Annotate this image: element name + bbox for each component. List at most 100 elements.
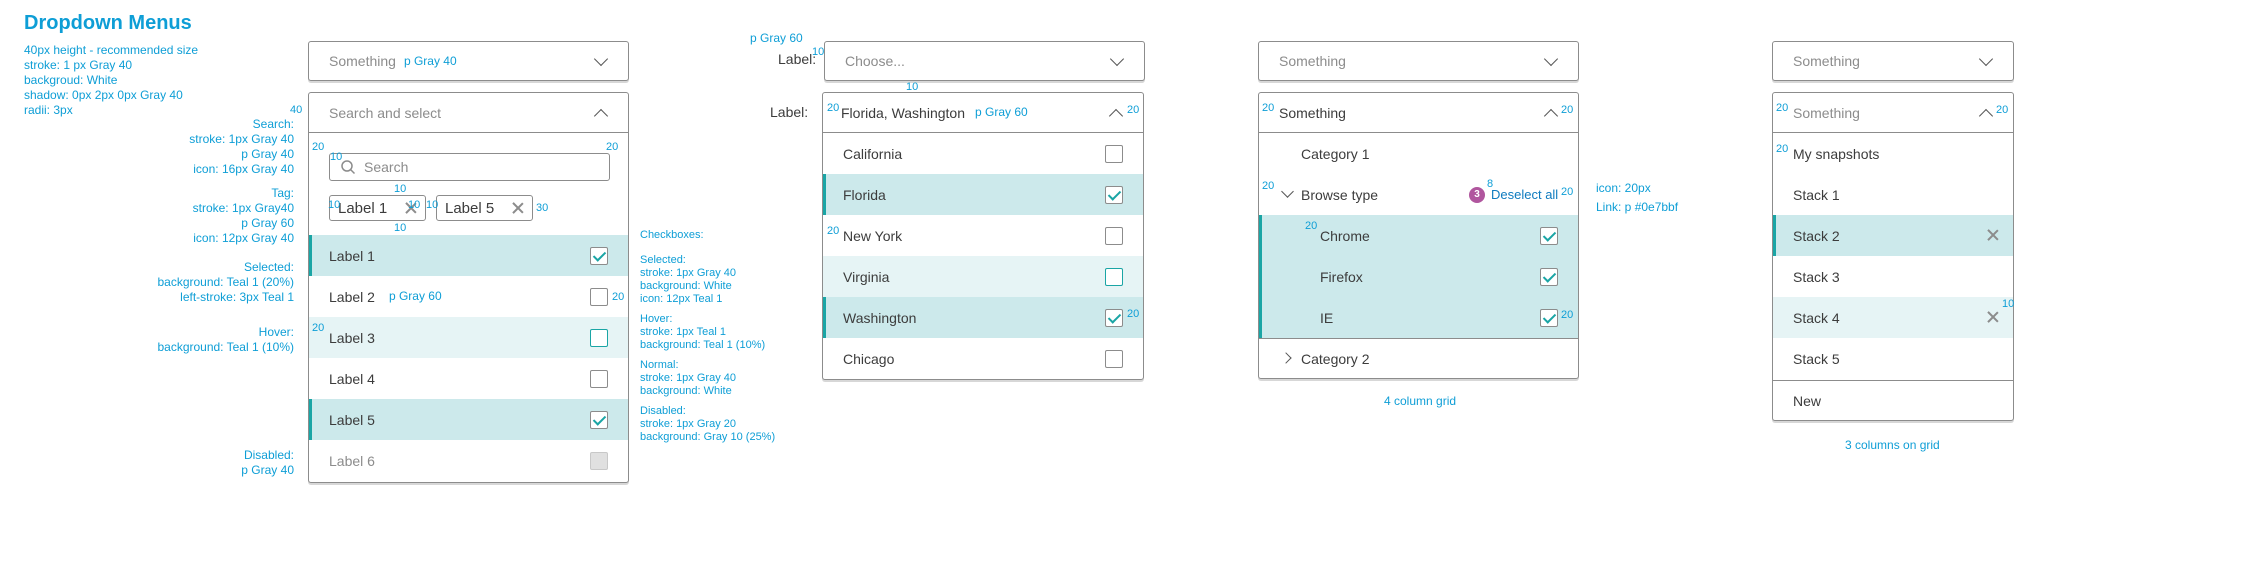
note-line: p Gray 60 [241, 216, 294, 230]
checkbox[interactable] [1105, 350, 1123, 368]
list-item[interactable]: New York [823, 215, 1143, 256]
checkbox-hover[interactable] [590, 329, 608, 347]
list-item: Label 6 [309, 440, 628, 481]
new-item[interactable]: New [1773, 380, 2013, 421]
note-line: stroke: 1px Gray 40 [640, 372, 736, 384]
spacing-mark: 20 [1561, 309, 1574, 321]
checkbox-hover[interactable] [1105, 268, 1123, 286]
list-item[interactable]: Label 5 [309, 399, 628, 440]
category-label: Category 1 [1301, 145, 1370, 162]
spacing-mark: 8 [1487, 178, 1494, 190]
label-note: p Gray 60 [750, 31, 803, 45]
list-item[interactable]: Label 1 [309, 235, 628, 276]
chevron-down-icon [593, 51, 609, 67]
item-label: IE [1320, 309, 1334, 326]
spacing-mark: 20 [312, 141, 325, 153]
list-item[interactable]: Chicago [823, 338, 1143, 379]
item-label: New York [843, 227, 903, 244]
dropdown4-closed[interactable]: Something [1772, 41, 2014, 81]
category-item[interactable]: Category 1 [1259, 133, 1578, 174]
item-label: Label 6 [329, 452, 375, 469]
spacing-mark: 10 [328, 199, 341, 211]
checkbox-checked[interactable] [590, 247, 608, 265]
note-line: background: Gray 10 (25%) [640, 431, 776, 443]
spacing-mark: 20 [1996, 104, 2009, 116]
browse-type-header[interactable]: Browse type 3 Deselect all [1259, 174, 1578, 215]
dropdown1-trigger[interactable]: Search and select [309, 93, 628, 133]
checkbox[interactable] [1105, 227, 1123, 245]
tag-label-5[interactable]: Label 5 [436, 195, 533, 221]
checkbox[interactable] [590, 370, 608, 388]
dropdown1-open: Search and select Search Label 1 Label 5… [308, 92, 629, 483]
list-item[interactable]: Stack 3 [1773, 256, 2013, 297]
disabled-notes: Disabled: p Gray 40 [241, 448, 294, 478]
list-item[interactable]: IE [1259, 297, 1578, 338]
note-line: stroke: 1px Gray 40 [189, 132, 294, 146]
note-line: background: Teal 1 (10%) [157, 340, 294, 354]
spacing-mark: 20 [612, 291, 625, 303]
checkbox-disabled [590, 452, 608, 470]
close-icon[interactable] [1987, 229, 1999, 241]
chevron-up-icon [1108, 108, 1124, 124]
list-item[interactable]: California [823, 133, 1143, 174]
note-line: p Gray 40 [241, 147, 294, 161]
tag-label: Label 5 [445, 199, 495, 217]
spacing-mark: 20 [1127, 104, 1140, 116]
category-item[interactable]: Category 2 [1259, 338, 1578, 379]
list-item[interactable]: Stack 4 [1773, 297, 2013, 338]
chevron-down-icon [1109, 51, 1125, 67]
item-label: Label 3 [329, 329, 375, 346]
list-item[interactable]: Florida [823, 174, 1143, 215]
dropdown3-placeholder: Something [1279, 53, 1346, 69]
list-item[interactable]: Stack 2 [1773, 215, 2013, 256]
chevron-right-icon [1280, 352, 1292, 364]
value-note: p Gray 60 [974, 105, 1028, 119]
dropdown1-closed[interactable]: Something p Gray 40 [308, 41, 629, 81]
spacing-mark: 10 [426, 199, 439, 211]
dropdown4-trigger[interactable]: Something [1773, 93, 2013, 133]
checkbox[interactable] [590, 288, 608, 306]
spacing-mark: 30 [536, 202, 549, 214]
list-item[interactable]: Stack 1 [1773, 174, 2013, 215]
dropdown3-closed[interactable]: Something [1258, 41, 1579, 81]
chevron-down-icon [1543, 51, 1559, 67]
close-icon[interactable] [1987, 311, 1999, 323]
note-line: background: White [640, 280, 732, 292]
list-item[interactable]: Firefox [1259, 256, 1578, 297]
item-label: Florida [843, 186, 886, 203]
checkbox-checked[interactable] [1540, 268, 1558, 286]
spacing-mark: 20 [1776, 102, 1789, 114]
dropdown2-trigger[interactable]: Florida, Washington p Gray 60 [823, 93, 1143, 133]
search-input[interactable]: Search [329, 153, 610, 181]
list-item[interactable]: Label 2 p Gray 60 [309, 276, 628, 317]
checkbox-checked[interactable] [1540, 309, 1558, 327]
field-label: Label: [778, 51, 817, 67]
list-item[interactable]: Virginia [823, 256, 1143, 297]
page-title: Dropdown Menus [24, 12, 192, 34]
checkbox-checked[interactable] [590, 411, 608, 429]
spacing-mark: 20 [1776, 143, 1789, 155]
checkbox-checked[interactable] [1540, 227, 1558, 245]
item-label: Washington [843, 309, 917, 326]
dropdown1-open-placeholder: Search and select [329, 104, 442, 121]
list-item[interactable]: Stack 5 [1773, 338, 2013, 379]
note-line: left-stroke: 3px Teal 1 [180, 290, 294, 304]
checkbox-checked[interactable] [1105, 186, 1123, 204]
dropdown2-closed[interactable]: Choose... [824, 41, 1145, 81]
list-item[interactable]: Washington [823, 297, 1143, 338]
dropdown3-open: Something Category 1 Browse type 3 Desel… [1258, 92, 1579, 379]
checkbox-checked[interactable] [1105, 309, 1123, 327]
checkbox-notes: Checkboxes: Selected: stroke: 1px Gray 4… [640, 229, 775, 444]
list-item[interactable]: Label 4 [309, 358, 628, 399]
chevron-down-icon [1978, 51, 1994, 67]
dropdown3-trigger[interactable]: Something [1259, 93, 1578, 133]
list-item[interactable]: My snapshots [1773, 133, 2013, 174]
close-icon[interactable] [512, 202, 524, 214]
dropdown2-placeholder: Choose... [845, 53, 905, 69]
dropdown1-placeholder: Something [329, 53, 396, 69]
deselect-all-link[interactable]: Deselect all [1491, 187, 1558, 202]
chevron-up-icon [593, 108, 609, 124]
list-item[interactable]: Label 3 [309, 317, 628, 358]
note-heading: Disabled: [243, 448, 294, 462]
checkbox[interactable] [1105, 145, 1123, 163]
